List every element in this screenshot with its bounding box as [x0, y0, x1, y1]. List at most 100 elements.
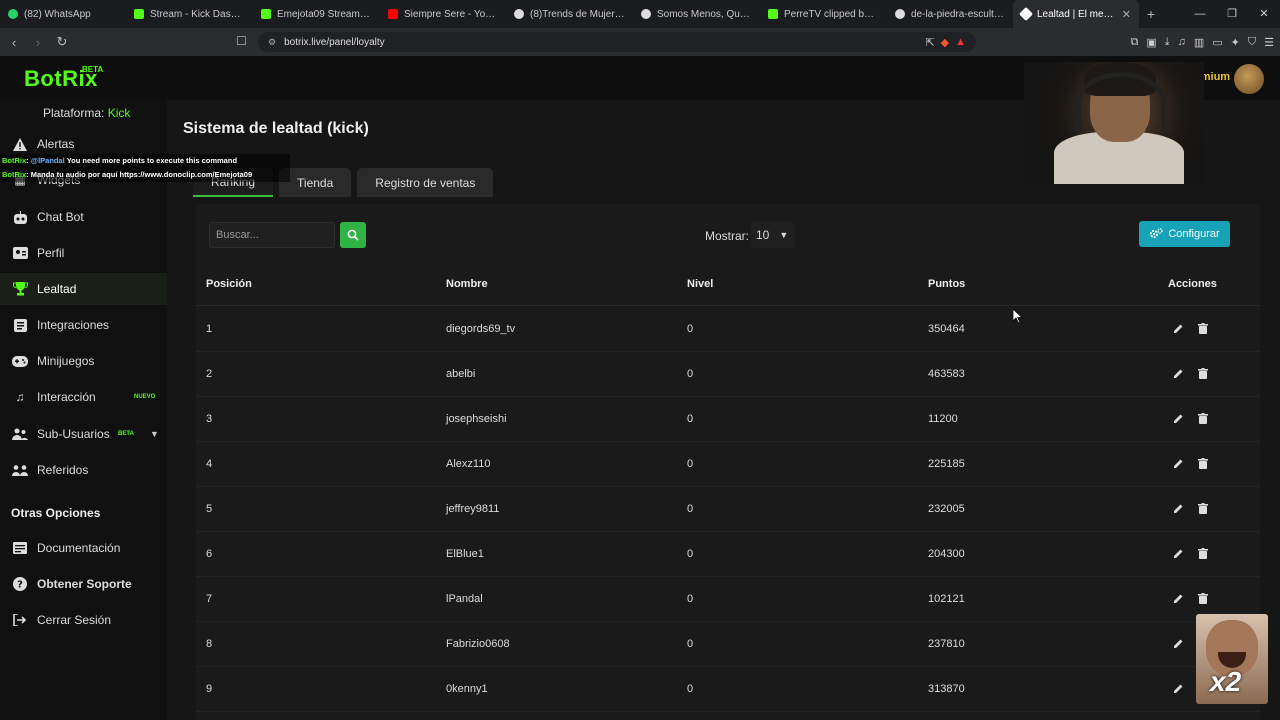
cell-level: 0 [687, 593, 694, 605]
column-nivel[interactable]: Nivel [687, 278, 713, 290]
configure-button[interactable]: Configurar [1139, 221, 1230, 247]
search-button[interactable] [340, 222, 366, 248]
edit-icon[interactable] [1172, 546, 1184, 560]
sidebar-item-integraciones[interactable]: Integraciones [0, 309, 167, 341]
cell-level: 0 [687, 323, 694, 335]
avatar[interactable] [1234, 64, 1264, 94]
media-icon[interactable]: ♫ [1178, 36, 1186, 48]
menu-icon[interactable]: ☰ [1264, 36, 1274, 49]
puzzle-icon [12, 317, 28, 333]
extension-icon[interactable]: ⧉ [1130, 36, 1138, 49]
sidebar-item-sub-usuarios[interactable]: Sub-Usuarios BETA ▼ [0, 418, 167, 450]
sidebar-toggle-icon[interactable]: ▥ [1194, 36, 1204, 49]
new-tab-icon[interactable]: + [1139, 6, 1163, 22]
sidebar-item-referidos[interactable]: Referidos [0, 454, 167, 486]
edit-icon[interactable] [1172, 591, 1184, 605]
gamepad-icon [12, 353, 28, 369]
chat-message: BotRix: Manda tu audio por aquí https://… [0, 168, 290, 182]
beta-badge: BETA [82, 65, 104, 74]
cell-points: 232005 [928, 503, 965, 515]
sidebar-item-documentacion[interactable]: Documentación [0, 532, 167, 564]
cell-pos: 2 [206, 368, 213, 380]
new-badge: NUEVO [134, 394, 156, 400]
chat-user: BotRix [2, 156, 27, 165]
address-bar[interactable]: ⚙ botrix.live/panel/loyalty ⇱ ◆ ▲ [258, 32, 976, 52]
cell-pos: 4 [206, 458, 213, 470]
robot-icon [12, 209, 28, 225]
browser-tab[interactable]: Stream - Kick Dashboard [126, 0, 253, 28]
sidebar-item-lealtad[interactable]: Lealtad [0, 273, 167, 305]
leo-icon[interactable]: ✦ [1231, 36, 1240, 49]
rewards-icon[interactable]: ▲ [955, 36, 966, 49]
warning-icon [12, 136, 28, 152]
close-tab-icon[interactable]: ✕ [1122, 8, 1131, 21]
edit-icon[interactable] [1172, 681, 1184, 695]
download-icon[interactable]: ⤓ [1165, 36, 1170, 49]
edit-icon[interactable] [1172, 411, 1184, 425]
browser-tab[interactable]: Somos Menos, Quedamos [633, 0, 760, 28]
kick-icon [261, 9, 271, 19]
sidebar-item-chat-bot[interactable]: Chat Bot [0, 201, 167, 233]
trash-icon[interactable] [1197, 501, 1209, 515]
trash-icon[interactable] [1197, 411, 1209, 425]
edit-icon[interactable] [1172, 321, 1184, 335]
wallet-icon[interactable]: ▭ [1212, 36, 1222, 49]
column-nombre[interactable]: Nombre [446, 278, 488, 290]
site-info-icon[interactable]: ⚙ [268, 37, 276, 48]
chat-text: : Manda tu audio por aquí https://www.do… [26, 170, 253, 179]
cell-pos: 9 [206, 683, 213, 695]
tiktok-icon [514, 9, 524, 19]
vpn-icon[interactable]: ⛉ [1248, 36, 1256, 49]
browser-tab[interactable]: PerreTV clipped by jeffrey [760, 0, 887, 28]
cell-level: 0 [687, 368, 694, 380]
browser-tab[interactable]: de-la-piedra-escultura-de [887, 0, 1013, 28]
bookmark-icon[interactable]: ☐ [236, 34, 247, 48]
platform-value: Kick [107, 106, 131, 120]
brave-shield-icon[interactable]: ◆ [941, 36, 949, 49]
sidebar-item-soporte[interactable]: ? Obtener Soporte [0, 568, 167, 600]
cell-level: 0 [687, 683, 694, 695]
youtube-icon [388, 9, 398, 19]
close-window-icon[interactable]: ✕ [1248, 0, 1280, 28]
edit-icon[interactable] [1172, 456, 1184, 470]
chevron-down-icon[interactable]: ▼ [150, 429, 159, 439]
edit-icon[interactable] [1172, 636, 1184, 650]
sidebar-item-interaccion[interactable]: ♫ Interacción NUEVO [0, 381, 167, 413]
tab-title: de-la-piedra-escultura-de [911, 8, 1005, 20]
browser-tab[interactable]: (82) WhatsApp [0, 0, 126, 28]
browser-tab[interactable]: Emejota09 Stream - Watch [253, 0, 380, 28]
screenshot-icon[interactable]: ▣ [1146, 36, 1156, 49]
sidebar-section-title: Otras Opciones [11, 506, 101, 520]
edit-icon[interactable] [1172, 501, 1184, 515]
edit-icon[interactable] [1172, 366, 1184, 380]
browser-tab-active[interactable]: Lealtad | El mejor softw ✕ [1013, 0, 1139, 28]
column-puntos[interactable]: Puntos [928, 278, 965, 290]
logout-icon [12, 612, 28, 628]
browser-tab[interactable]: (8)Trends de Mujeres - Fal [506, 0, 633, 28]
chat-text: You need more points to execute this com… [64, 156, 238, 165]
reload-icon[interactable]: ↻ [52, 34, 72, 50]
sidebar-item-cerrar-sesion[interactable]: Cerrar Sesión [0, 604, 167, 636]
cell-points: 225185 [928, 458, 965, 470]
cell-name: 0kenny1 [446, 683, 488, 695]
trash-icon[interactable] [1197, 366, 1209, 380]
cell-points: 313870 [928, 683, 965, 695]
configure-label: Configurar [1168, 228, 1220, 240]
column-posicion[interactable]: Posición [206, 278, 252, 290]
sidebar-item-minijuegos[interactable]: Minijuegos [0, 345, 167, 377]
trash-icon[interactable] [1197, 546, 1209, 560]
browser-tab[interactable]: Siempre Sere - YouTube [380, 0, 506, 28]
chat-user: BotRix [2, 170, 27, 179]
minimize-icon[interactable]: — [1184, 0, 1216, 28]
forward-icon[interactable]: › [28, 35, 48, 50]
trash-icon[interactable] [1197, 591, 1209, 605]
search-input[interactable] [209, 222, 335, 248]
sidebar-item-perfil[interactable]: Perfil [0, 237, 167, 269]
trash-icon[interactable] [1197, 456, 1209, 470]
maximize-icon[interactable]: ❐ [1216, 0, 1248, 28]
back-icon[interactable]: ‹ [4, 35, 24, 50]
page-size-select[interactable]: 10 ▼ [751, 222, 795, 248]
share-icon[interactable]: ⇱ [925, 36, 934, 49]
tab-registro-ventas[interactable]: Registro de ventas [357, 168, 494, 197]
trash-icon[interactable] [1197, 321, 1209, 335]
